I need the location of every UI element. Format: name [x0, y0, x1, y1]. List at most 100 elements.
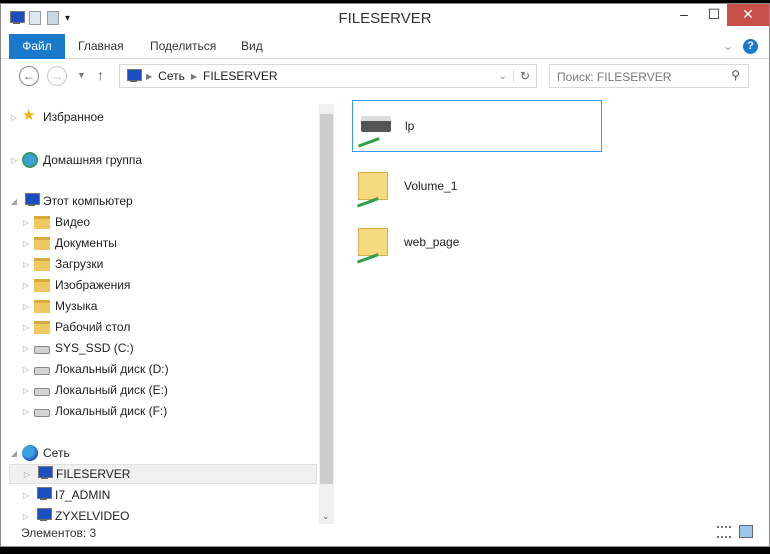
- folder-icon: [34, 215, 50, 229]
- nav-label: Музыка: [55, 299, 98, 313]
- nav-pc-item[interactable]: ▷ Изображения: [9, 275, 317, 295]
- breadcrumb-fileserver[interactable]: FILESERVER: [203, 69, 277, 83]
- breadcrumb-separator-icon: ▶: [190, 71, 198, 81]
- tab-share[interactable]: Поделиться: [150, 34, 216, 59]
- details-view-button[interactable]: [717, 526, 731, 538]
- expand-arrow-icon[interactable]: ▷: [21, 365, 31, 374]
- item-label: lp: [405, 119, 415, 133]
- address-dropdown-icon[interactable]: ⌄: [499, 71, 507, 82]
- network-printer-icon: [356, 108, 393, 148]
- file-item-web-page[interactable]: web_page: [352, 216, 602, 268]
- scroll-down-icon[interactable]: ⌄: [322, 511, 330, 522]
- folder-icon: [34, 257, 50, 271]
- nav-network-computer[interactable]: ▷ ZYXELVIDEO: [9, 506, 317, 526]
- nav-label: Локальный диск (D:): [55, 362, 169, 376]
- expand-arrow-icon[interactable]: ▷: [21, 218, 31, 227]
- nav-homegroup[interactable]: ▷ Домашняя группа: [9, 150, 317, 170]
- folder-icon: [34, 320, 50, 334]
- large-icons-view-button[interactable]: [739, 525, 753, 538]
- expand-arrow-icon[interactable]: ▷: [21, 344, 31, 353]
- folder-icon: [34, 299, 50, 313]
- expand-arrow-icon[interactable]: ▷: [21, 239, 31, 248]
- nav-label: FILESERVER: [56, 467, 131, 481]
- search-placeholder: Поиск: FILESERVER: [557, 70, 672, 84]
- search-icon: ⚲: [731, 68, 740, 82]
- expand-arrow-icon[interactable]: ▷: [9, 113, 19, 122]
- nav-network-computer[interactable]: ▷ I7_ADMIN: [9, 485, 317, 505]
- tab-view[interactable]: Вид: [241, 34, 263, 59]
- expand-arrow-icon[interactable]: ▷: [21, 260, 31, 269]
- homegroup-icon: [22, 152, 38, 168]
- nav-label: Изображения: [55, 278, 131, 292]
- close-button[interactable]: ✕: [727, 4, 769, 26]
- nav-scrollbar[interactable]: ⌄: [319, 104, 334, 524]
- help-button[interactable]: ?: [743, 39, 758, 54]
- expand-arrow-icon[interactable]: ▷: [21, 323, 31, 332]
- folder-icon: [34, 278, 50, 292]
- nav-pc-item[interactable]: ▷ Локальный диск (F:): [9, 401, 317, 421]
- nav-label: Документы: [55, 236, 117, 250]
- nav-favorites[interactable]: ▷ ★ Избранное: [9, 107, 317, 127]
- expand-ribbon-button[interactable]: ⌄: [723, 34, 733, 59]
- up-button[interactable]: ↑: [97, 67, 104, 83]
- file-item-volume-1[interactable]: Volume_1: [352, 160, 602, 212]
- expand-arrow-icon[interactable]: ▷: [21, 281, 31, 290]
- recent-locations-button[interactable]: ▼: [77, 70, 86, 80]
- nav-label: Загрузки: [55, 257, 104, 271]
- computer-icon: [22, 193, 40, 209]
- tab-home[interactable]: Главная: [78, 34, 124, 59]
- tab-file[interactable]: Файл: [9, 34, 65, 59]
- expand-arrow-icon[interactable]: ▷: [21, 512, 31, 521]
- search-input[interactable]: Поиск: FILESERVER ⚲: [549, 64, 749, 88]
- network-folder-icon: [355, 224, 392, 264]
- nav-pc-item[interactable]: ▷ Видео: [9, 212, 317, 232]
- drive-icon: [34, 346, 50, 354]
- breadcrumb-network[interactable]: Сеть: [158, 69, 185, 83]
- nav-pc-item[interactable]: ▷ SYS_SSD (C:): [9, 338, 317, 358]
- nav-label: Рабочий стол: [55, 320, 131, 334]
- collapse-arrow-icon[interactable]: ◢: [9, 197, 19, 206]
- expand-arrow-icon[interactable]: ▷: [21, 491, 31, 500]
- refresh-icon[interactable]: ↻: [512, 69, 536, 83]
- nav-this-pc[interactable]: ◢ Этот компьютер: [9, 191, 317, 211]
- nav-label: I7_ADMIN: [55, 488, 111, 502]
- scrollbar-thumb[interactable]: [320, 114, 333, 484]
- computer-icon: [34, 487, 52, 503]
- expand-arrow-icon[interactable]: ▷: [21, 302, 31, 311]
- status-item-count: Элементов: 3: [21, 526, 97, 540]
- minimize-button[interactable]: ‒: [671, 4, 697, 26]
- nav-label: Видео: [55, 215, 91, 229]
- nav-pc-item[interactable]: ▷ Локальный диск (D:): [9, 359, 317, 379]
- network-folder-icon: [355, 168, 392, 208]
- nav-pc-item[interactable]: ▷ Локальный диск (E:): [9, 380, 317, 400]
- expand-arrow-icon[interactable]: ▷: [21, 386, 31, 395]
- computer-icon: [34, 508, 52, 524]
- nav-pc-item[interactable]: ▷ Загрузки: [9, 254, 317, 274]
- content-pane: lp Volume_1 web_page: [336, 100, 769, 530]
- back-button[interactable]: ←: [19, 66, 39, 86]
- forward-button[interactable]: →: [47, 66, 67, 86]
- nav-label: Локальный диск (E:): [55, 383, 168, 397]
- drive-icon: [34, 367, 50, 375]
- breadcrumb-separator-icon: ▶: [146, 71, 153, 81]
- drive-icon: [34, 409, 50, 417]
- drive-icon: [34, 388, 50, 396]
- nav-pc-item[interactable]: ▷ Документы: [9, 233, 317, 253]
- collapse-arrow-icon[interactable]: ◢: [9, 449, 19, 458]
- window-title: FILESERVER: [338, 10, 432, 27]
- nav-label: Сеть: [43, 446, 70, 460]
- file-item-lp[interactable]: lp: [352, 100, 602, 152]
- nav-pc-item[interactable]: ▷ Рабочий стол: [9, 317, 317, 337]
- maximize-button[interactable]: ☐: [701, 4, 727, 26]
- nav-network-computer[interactable]: ▷ FILESERVER: [9, 464, 317, 484]
- computer-icon: [124, 69, 142, 83]
- expand-arrow-icon[interactable]: ▷: [21, 407, 31, 416]
- nav-pc-item[interactable]: ▷ Музыка: [9, 296, 317, 316]
- item-label: Volume_1: [404, 179, 458, 193]
- address-bar[interactable]: ▶ Сеть ▶ FILESERVER ⌄ ↻: [119, 64, 537, 88]
- expand-arrow-icon[interactable]: ▷: [9, 156, 19, 165]
- expand-arrow-icon[interactable]: ▷: [22, 470, 32, 479]
- nav-network[interactable]: ◢ Сеть: [9, 443, 317, 463]
- item-label: web_page: [404, 235, 460, 249]
- computer-icon: [35, 466, 53, 482]
